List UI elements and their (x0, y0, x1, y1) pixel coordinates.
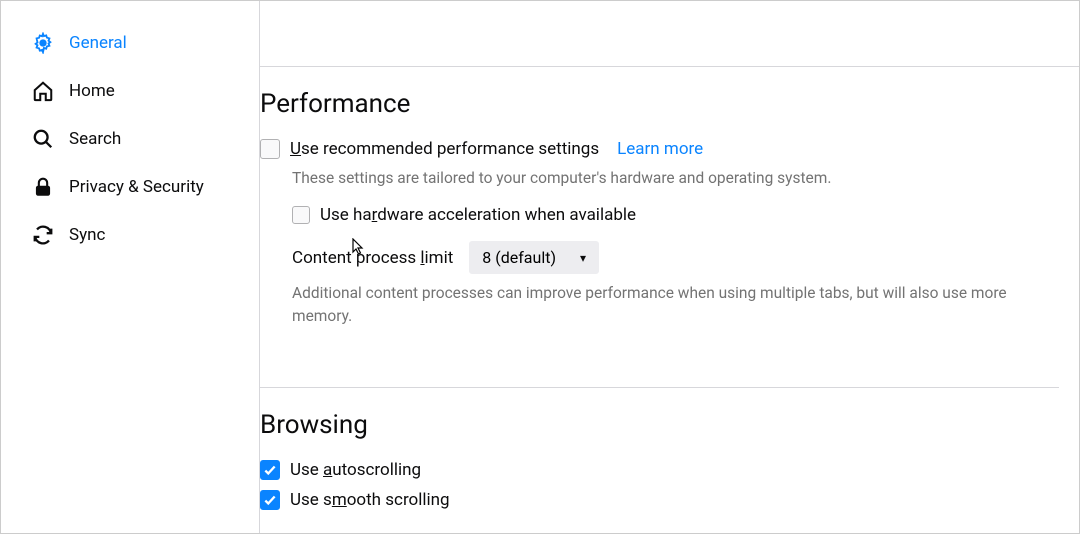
autoscrolling-checkbox[interactable] (260, 460, 280, 480)
learn-more-link[interactable]: Learn more (617, 139, 703, 159)
divider (260, 387, 1059, 388)
home-icon (31, 79, 55, 103)
sidebar-item-general[interactable]: General (1, 19, 259, 67)
use-recommended-label: Use recommended performance settings (290, 139, 599, 159)
sidebar: General Home Search Privacy & Security (1, 1, 260, 533)
sidebar-item-sync[interactable]: Sync (1, 211, 259, 259)
select-value: 8 (default) (482, 248, 556, 267)
sidebar-item-label: Search (69, 129, 121, 149)
use-recommended-checkbox[interactable] (260, 139, 280, 159)
sidebar-item-home[interactable]: Home (1, 67, 259, 115)
sidebar-item-label: Privacy & Security (69, 177, 204, 197)
divider (260, 66, 1079, 67)
main-content: Performance Use recommended performance … (260, 1, 1079, 533)
content-limit-label: Content process limit (292, 248, 453, 268)
sidebar-item-search[interactable]: Search (1, 115, 259, 163)
performance-helper-2: Additional content processes can improve… (292, 282, 1032, 327)
sync-icon (31, 223, 55, 247)
sidebar-item-label: Sync (69, 225, 105, 245)
sidebar-item-privacy[interactable]: Privacy & Security (1, 163, 259, 211)
performance-heading: Performance (260, 89, 1059, 119)
hw-accel-label: Use hardware acceleration when available (320, 205, 636, 225)
sidebar-item-label: General (69, 33, 127, 53)
autoscrolling-label: Use autoscrolling (290, 460, 421, 480)
performance-helper-1: These settings are tailored to your comp… (292, 167, 1059, 189)
hw-accel-checkbox[interactable] (292, 206, 310, 224)
sidebar-item-label: Home (69, 81, 115, 101)
chevron-down-icon: ▾ (580, 251, 586, 265)
content-limit-select[interactable]: 8 (default) ▾ (469, 241, 599, 274)
lock-icon (31, 175, 55, 199)
smooth-scrolling-label: Use smooth scrolling (290, 490, 450, 510)
gear-icon (31, 31, 55, 55)
smooth-scrolling-checkbox[interactable] (260, 490, 280, 510)
search-icon (31, 127, 55, 151)
browsing-heading: Browsing (260, 410, 1059, 440)
